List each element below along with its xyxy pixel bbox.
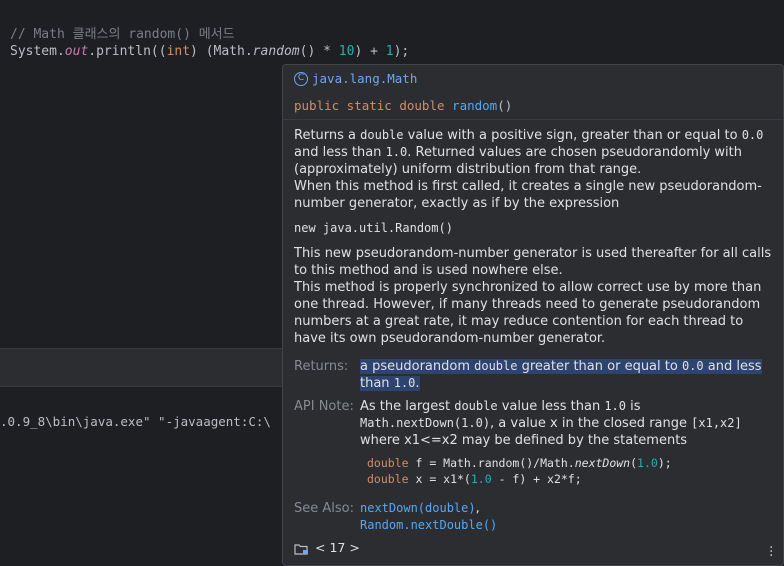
- doc-description: Returns a double value with a positive s…: [294, 127, 772, 347]
- returns-section: Returns: a pseudorandom double greater t…: [294, 358, 772, 392]
- more-options-icon[interactable]: · · ·: [769, 541, 773, 563]
- run-command-line: .0.9_8\bin\java.exe" "-javaagent:C:\: [0, 414, 271, 429]
- doc-header: C java.lang.Math public static double ra…: [283, 65, 783, 119]
- returns-content: a pseudorandom double greater than or eq…: [360, 358, 772, 392]
- code-comment-line[interactable]: // Math 클래스의 random() 메서드: [10, 23, 235, 42]
- signature-parens: (): [497, 98, 513, 113]
- see-also-section: See Also: nextDown(double), Random.nextD…: [294, 500, 772, 534]
- documentation-popup[interactable]: C java.lang.Math public static double ra…: [282, 64, 784, 566]
- header-divider: [283, 119, 783, 120]
- link-random-nextdouble[interactable]: Random.nextDouble(): [360, 518, 497, 532]
- doc-class-line: C java.lang.Math: [294, 70, 417, 87]
- doc-footer: < 17 >: [294, 539, 360, 556]
- code-line-2: double x = x1*(1.0 - f) + x2*f;: [367, 472, 582, 486]
- doc-paragraph: Returns a double value with a positive s…: [294, 128, 764, 177]
- doc-paragraph: This new pseudorandom-number generator i…: [294, 246, 772, 278]
- code-token: );: [393, 44, 410, 59]
- see-also-separator: ,: [475, 501, 480, 516]
- doc-paragraph: When this method is first called, it cre…: [294, 179, 762, 211]
- code-token-number: 1: [385, 44, 394, 59]
- doc-class-name[interactable]: java.lang.Math: [312, 70, 417, 87]
- code-token: ) +: [354, 44, 386, 59]
- code-token: .println((: [88, 44, 167, 59]
- api-note-section: API Note: As the largest double value le…: [294, 398, 772, 487]
- code-token-number: 10: [338, 44, 355, 59]
- signature-method-name: random: [452, 98, 498, 113]
- code-line-1: double f = Math.random()/Math.nextDown(1…: [367, 456, 672, 470]
- code-token-int: int: [166, 44, 191, 59]
- comment-text: // Math 클래스의 random() 메서드: [10, 27, 235, 42]
- doc-paragraph: This method is properly synchronized to …: [294, 280, 762, 346]
- method-signature: public static double random(): [294, 97, 512, 114]
- code-statement-line[interactable]: System.out.println((int) (Math.random() …: [10, 44, 409, 59]
- api-note-content: As the largest double value less than 1.…: [360, 398, 772, 487]
- link-nextdown[interactable]: nextDown(double): [360, 501, 476, 515]
- code-token-out: out: [64, 44, 89, 59]
- api-note-label: API Note:: [294, 399, 354, 414]
- doc-code-expression: new java.util.Random(): [294, 221, 453, 235]
- code-token-random[interactable]: random: [253, 44, 300, 59]
- returns-label: Returns:: [294, 359, 349, 374]
- see-also-label: See Also:: [294, 501, 354, 516]
- returns-selected-text[interactable]: a pseudorandom double greater than or eq…: [360, 359, 762, 391]
- see-also-content: nextDown(double), Random.nextDouble(): [360, 500, 772, 534]
- api-note-code: double f = Math.random()/Math.nextDown(1…: [360, 455, 772, 487]
- folder-icon[interactable]: [294, 542, 309, 555]
- code-token: () *: [299, 44, 339, 59]
- signature-modifiers: public static double: [294, 98, 453, 113]
- code-token: System.: [10, 44, 65, 59]
- jdk-version-nav[interactable]: < 17 >: [315, 539, 360, 556]
- class-icon: C: [294, 71, 308, 86]
- code-token: ) (Math.: [190, 44, 253, 59]
